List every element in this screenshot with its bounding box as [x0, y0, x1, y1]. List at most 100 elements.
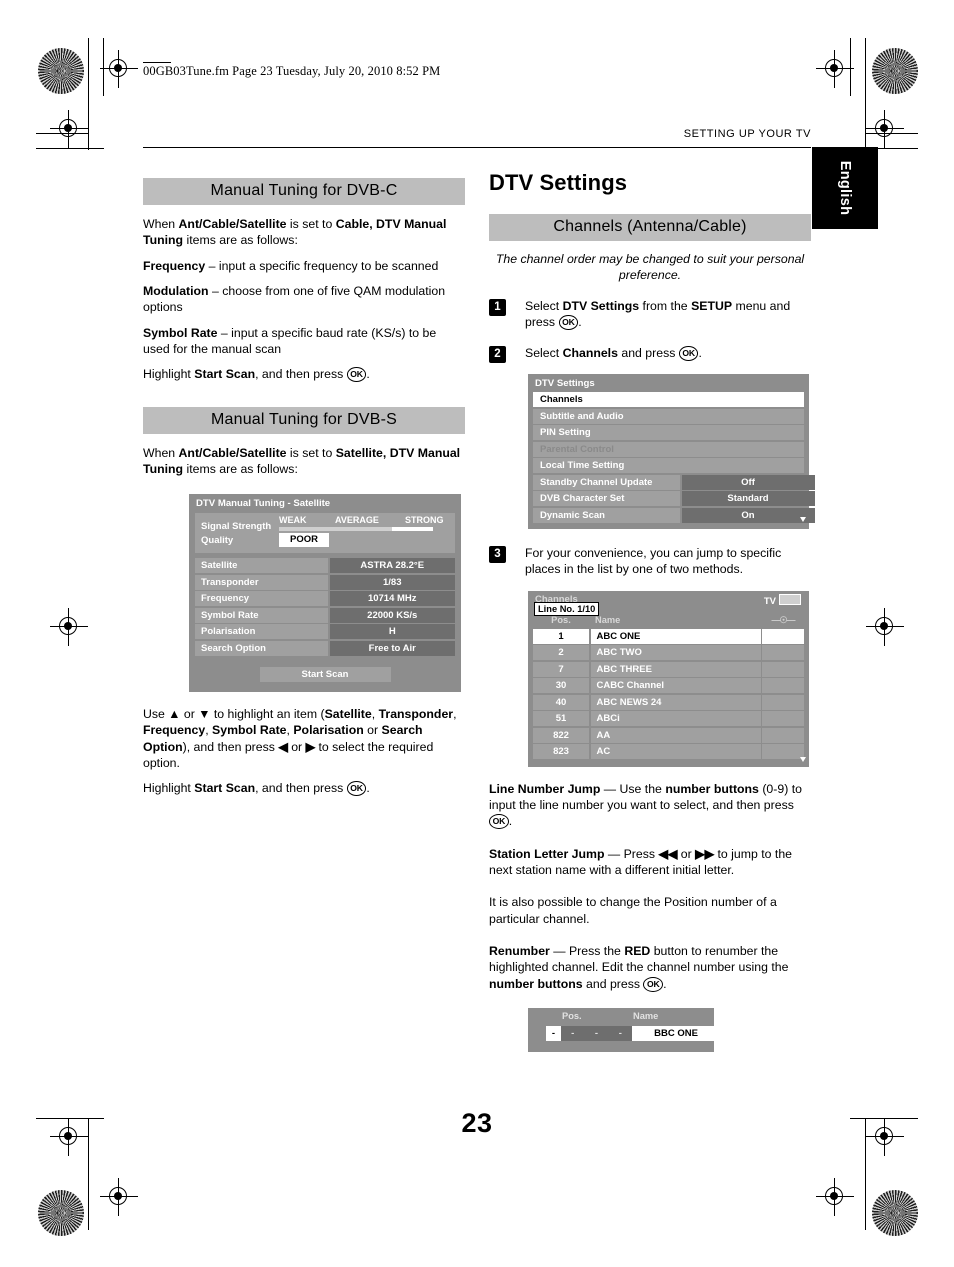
tuning-value: H	[329, 624, 455, 640]
tuning-row-transponder[interactable]: Transponder 1/83	[195, 574, 455, 590]
crop-line-top-left-v2	[103, 38, 105, 96]
channel-lock-cell[interactable]	[762, 694, 804, 710]
scale-average-label: AVERAGE	[335, 515, 379, 526]
tuning-label: Transponder	[195, 574, 328, 590]
running-head: SETTING UP YOUR TV	[683, 128, 811, 140]
dvbs-intro-paragraph: When Ant/Cable/Satellite is set to Satel…	[143, 445, 461, 477]
scroll-down-icon[interactable]	[800, 756, 806, 762]
channel-lock-cell[interactable]	[762, 661, 804, 677]
tuning-row-search-option[interactable]: Search Option Free to Air	[195, 640, 455, 656]
channel-lock-cell[interactable]	[762, 727, 804, 743]
tv-screen-icon	[779, 593, 801, 605]
renumber-channel-name: BBC ONE	[632, 1026, 720, 1042]
tuning-label: Search Option	[195, 640, 328, 656]
language-tab-label: English	[837, 160, 853, 216]
channel-lock-cell[interactable]	[762, 711, 804, 727]
quality-label: Quality	[201, 535, 234, 547]
renumber-paragraph: Renumber — Press the RED button to renum…	[489, 944, 789, 992]
channel-row[interactable]: 40 ABC NEWS 24	[533, 694, 804, 710]
channel-row[interactable]: 2 ABC TWO	[533, 645, 804, 661]
menu-item-channels[interactable]: Channels	[533, 392, 804, 407]
osd-channels-list: Channels TV Line No. 1/10 Pos. Name —☉— …	[528, 590, 809, 767]
menu-item-standby-channel-update[interactable]: Standby Channel Update Off	[533, 474, 815, 490]
tuning-row-polarisation[interactable]: Polarisation H	[195, 624, 455, 640]
signal-strength-bar-fill	[392, 527, 433, 532]
channel-row[interactable]: 51 ABCi	[533, 711, 804, 727]
source-indicator-label: TV	[763, 595, 776, 607]
menu-item-dvb-character-set[interactable]: DVB Character Set Standard	[533, 491, 815, 506]
channel-row[interactable]: 7 ABC THREE	[533, 661, 804, 677]
channel-name: ABC THREE	[590, 661, 761, 677]
crop-line-top-left-h2	[36, 133, 89, 135]
registration-mark-top-left	[100, 50, 138, 88]
renumber-column-headers: Pos. Name	[528, 1008, 714, 1023]
menu-item-local-time-setting[interactable]: Local Time Setting	[533, 458, 804, 473]
station-letter-jump-paragraph: Station Letter Jump — Press ◀◀ or ▶▶ to …	[489, 846, 793, 878]
scale-weak-label: WEAK	[279, 515, 307, 526]
tuning-value: 10714 MHz	[329, 591, 455, 607]
menu-item-parental-control: Parental Control	[533, 441, 804, 457]
menu-item-value: Off	[681, 474, 815, 490]
file-header-text: 00GB03Tune.fm Page 23 Tuesday, July 20, …	[143, 64, 441, 78]
channel-name: AC	[590, 744, 761, 760]
position-number-paragraph: It is also possible to change the Positi…	[489, 895, 777, 926]
scale-strong-label: STRONG	[405, 515, 444, 526]
channels-rows: 1 ABC ONE 2 ABC TWO 7 ABC THREE 30 CABC …	[533, 628, 804, 760]
channel-row[interactable]: 1 ABC ONE	[533, 628, 804, 644]
renumber-name-label: Name	[633, 1011, 659, 1022]
tuning-label: Polarisation	[195, 624, 328, 640]
halftone-patch-bottom-right	[872, 1190, 918, 1236]
scroll-down-icon[interactable]	[800, 517, 806, 522]
halftone-patch-top-left	[38, 48, 84, 94]
step-number: 3	[489, 546, 506, 563]
line-number-field[interactable]: Line No. 1/10	[534, 601, 600, 616]
menu-item-label: Dynamic Scan	[533, 507, 680, 523]
registration-mark-left-middle	[50, 608, 88, 646]
step-number: 2	[489, 345, 506, 363]
tuning-row-symbol-rate[interactable]: Symbol Rate 22000 KS/s	[195, 607, 455, 623]
channel-row[interactable]: 30 CABC Channel	[533, 678, 804, 694]
renumber-digits[interactable]: - - -	[561, 1026, 632, 1042]
menu-item-dynamic-scan[interactable]: Dynamic Scan On	[533, 507, 815, 523]
channel-lock-cell[interactable]	[762, 628, 804, 644]
column-header-pos: Pos.	[551, 614, 571, 625]
tuning-row-satellite[interactable]: Satellite ASTRA 28.2°E	[195, 558, 455, 574]
left-column: Manual Tuning for DVB-C When Ant/Cable/S…	[143, 178, 465, 797]
channel-position: 822	[533, 727, 589, 743]
menu-item-label: Parental Control	[533, 441, 804, 457]
signal-quality-block: Signal Strength Quality WEAK AVERAGE STR…	[195, 513, 455, 554]
tuning-label: Satellite	[195, 558, 328, 574]
menu-item-subtitle-and-audio[interactable]: Subtitle and Audio	[533, 408, 804, 424]
tuning-row-frequency[interactable]: Frequency 10714 MHz	[195, 591, 455, 607]
signal-strength-label: Signal Strength	[201, 521, 272, 533]
channel-row[interactable]: 822 AA	[533, 727, 804, 743]
column-header-name: Name	[595, 614, 621, 625]
section-heading-dvbc: Manual Tuning for DVB-C	[143, 178, 465, 205]
step-text: For your convenience, you can jump to sp…	[525, 546, 782, 577]
start-scan-button[interactable]: Start Scan	[259, 666, 391, 682]
settings-menu-rows: Channels Subtitle and Audio PIN Setting …	[533, 392, 815, 523]
tuning-panel-title: DTV Manual Tuning - Satellite	[196, 498, 331, 510]
right-column: DTV Settings Channels (Antenna/Cable) Th…	[489, 170, 815, 1053]
renumber-fields: - - - - BBC ONE	[546, 1026, 720, 1042]
channel-lock-cell[interactable]	[762, 744, 804, 760]
step-3: 3 For your convenience, you can jump to …	[489, 545, 811, 578]
renumber-digit-active[interactable]: -	[546, 1026, 561, 1042]
line-number-jump-paragraph: Line Number Jump — Use the number button…	[489, 781, 802, 830]
menu-item-label: DVB Character Set	[533, 491, 680, 506]
channel-lock-cell[interactable]	[762, 645, 804, 661]
channels-column-headers: Pos. Name —☉—	[533, 615, 804, 628]
tuning-value: 1/83	[329, 574, 455, 590]
dvbc-paragraph-frequency: Frequency – input a specific frequency t…	[143, 258, 439, 273]
osd-dtv-manual-tuning-satellite: DTV Manual Tuning - Satellite Signal Str…	[189, 494, 461, 692]
channel-row[interactable]: 823 AC	[533, 744, 804, 760]
menu-item-value: Standard	[681, 491, 815, 506]
registration-mark-top-right	[816, 50, 854, 88]
crop-line-top-right-v2	[850, 38, 852, 96]
dvbc-paragraph-1: When Ant/Cable/Satellite is set to Cable…	[143, 217, 447, 248]
menu-item-pin-setting[interactable]: PIN Setting	[533, 425, 804, 440]
settings-panel-title: DTV Settings	[535, 378, 595, 389]
channel-lock-cell[interactable]	[762, 678, 804, 694]
crop-line-top-left-h	[36, 148, 104, 150]
osd-renumber-panel: Pos. Name - - - - BBC ONE	[528, 1008, 720, 1053]
